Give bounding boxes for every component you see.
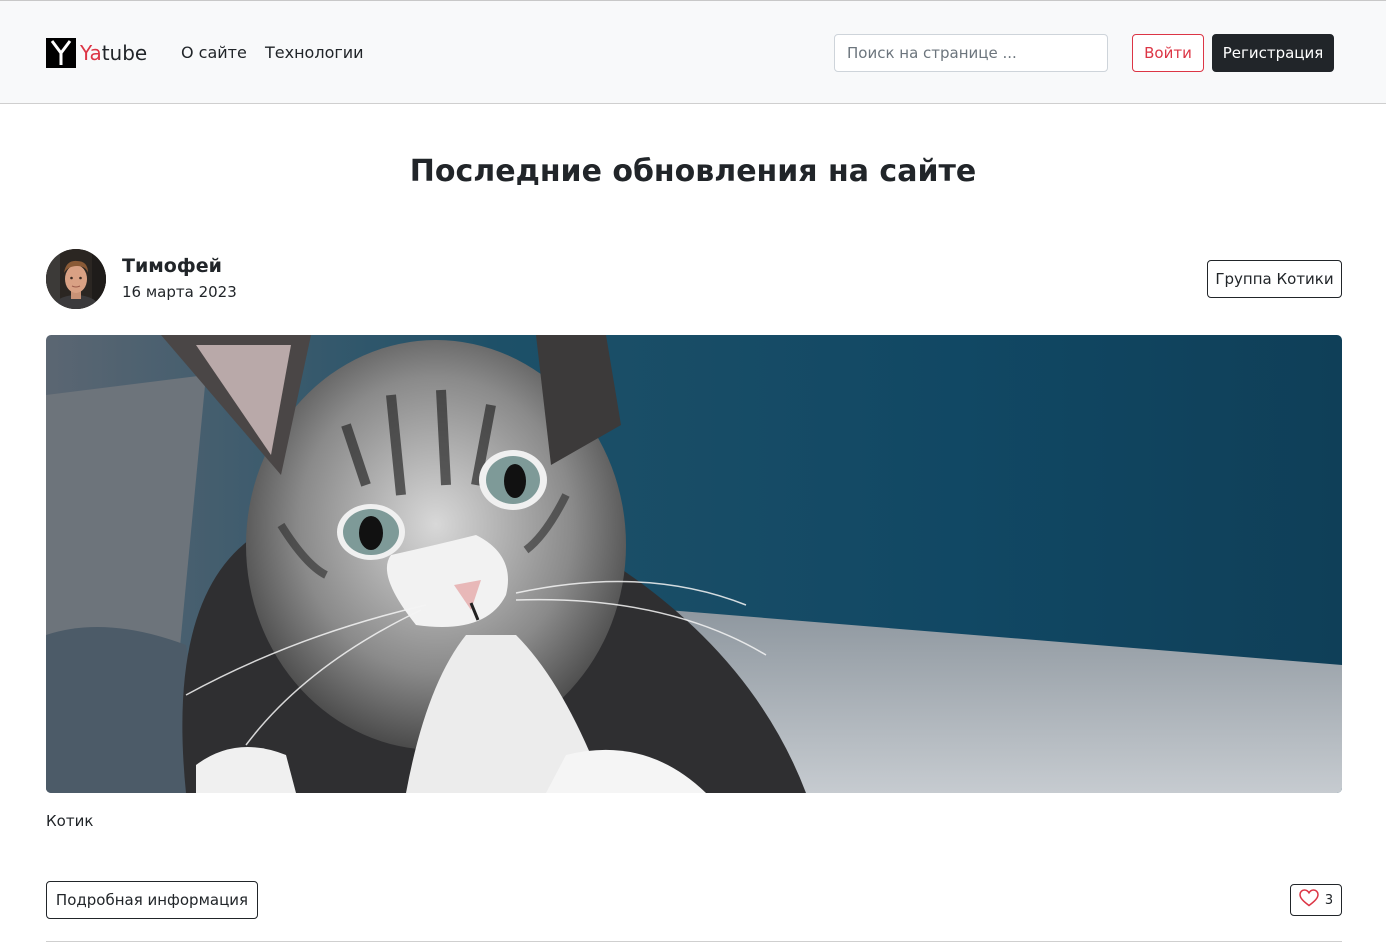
details-button[interactable]: Подробная информация xyxy=(46,881,258,919)
avatar[interactable] xyxy=(46,249,106,309)
logo-icon xyxy=(46,38,76,68)
author-name[interactable]: Тимофей xyxy=(122,254,222,278)
heart-icon xyxy=(1299,889,1319,911)
navbar: Yatube О сайте Технологии Войти Регистра… xyxy=(0,0,1386,104)
nav-link-about[interactable]: О сайте xyxy=(181,43,247,63)
register-button[interactable]: Регистрация xyxy=(1212,34,1334,72)
group-button[interactable]: Группа Котики xyxy=(1207,260,1342,298)
like-count: 3 xyxy=(1324,892,1334,908)
kitten-photo xyxy=(46,335,1342,793)
login-button[interactable]: Войти xyxy=(1132,34,1204,72)
page-title: Последние обновления на сайте xyxy=(409,154,977,189)
brand-name: Yatube xyxy=(80,41,148,65)
like-button[interactable]: 3 xyxy=(1290,884,1342,916)
post-divider xyxy=(46,941,1342,942)
post-date: 16 марта 2023 xyxy=(122,283,237,301)
brand-logo-link[interactable]: Yatube xyxy=(46,38,147,68)
search-input[interactable] xyxy=(834,34,1108,72)
nav-link-technologies[interactable]: Технологии xyxy=(265,43,364,63)
post-text: Котик xyxy=(46,812,94,830)
